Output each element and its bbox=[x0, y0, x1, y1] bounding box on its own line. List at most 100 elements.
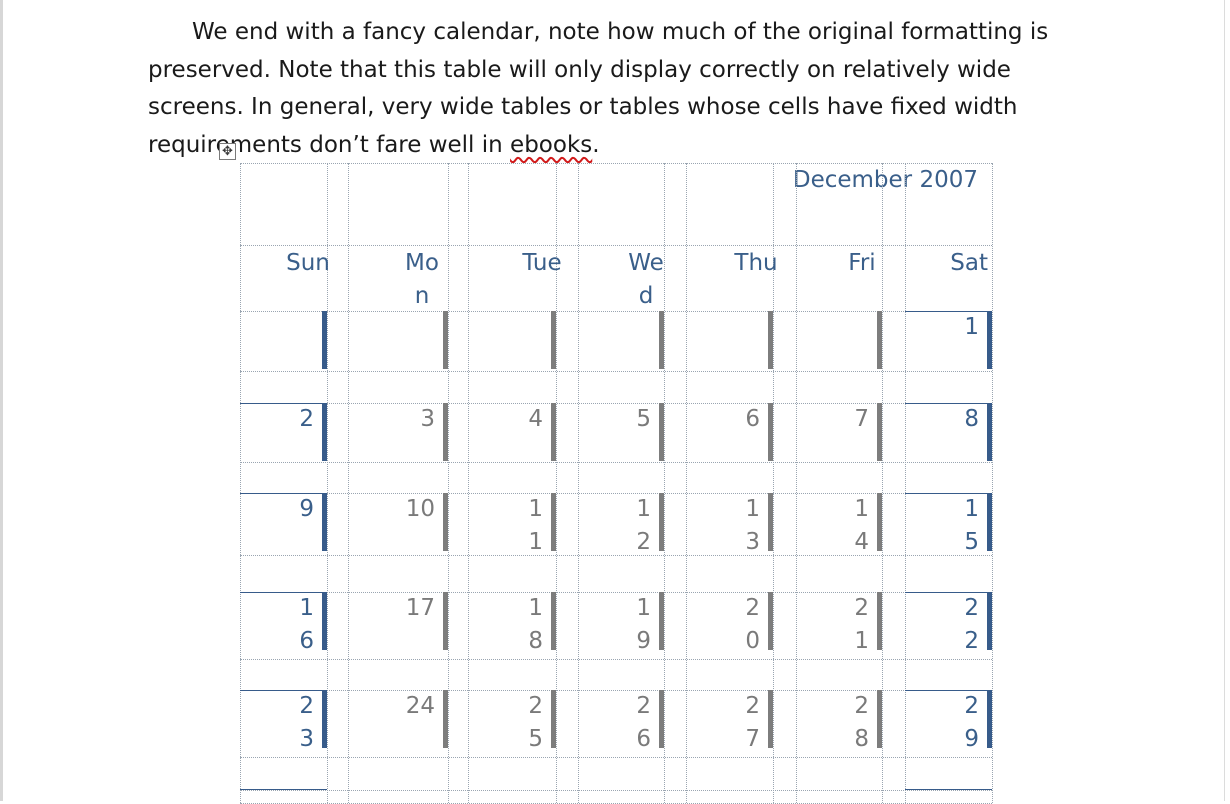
calendar-day-cell[interactable]: 23 bbox=[240, 690, 327, 752]
calendar-day-cell[interactable]: 20 bbox=[686, 592, 773, 654]
row-bottom-line bbox=[905, 789, 992, 790]
day-number: 10 bbox=[405, 496, 435, 522]
day-header-sun: Sun bbox=[286, 250, 330, 276]
grid-line-horizontal bbox=[240, 757, 992, 758]
cell-accent-bar bbox=[877, 592, 882, 650]
cell-accent-bar bbox=[322, 403, 327, 461]
page-left-edge bbox=[0, 0, 3, 801]
day-number: 13 bbox=[745, 496, 760, 555]
day-number: 23 bbox=[299, 693, 314, 752]
day-number: 14 bbox=[854, 496, 869, 555]
cell-accent-bar bbox=[987, 493, 992, 551]
grid-line-horizontal bbox=[240, 790, 992, 791]
calendar-day-cell[interactable]: 28 bbox=[796, 690, 882, 752]
calendar-day-cell[interactable]: 3 bbox=[348, 403, 448, 461]
cell-accent-bar bbox=[322, 690, 327, 748]
calendar-day-cell[interactable]: 6 bbox=[686, 403, 773, 461]
calendar-day-cell[interactable]: 21 bbox=[796, 592, 882, 654]
day-header-mon: Mon bbox=[405, 250, 439, 309]
grid-line-vertical bbox=[448, 163, 449, 803]
day-number: 1 bbox=[964, 314, 979, 340]
cell-accent-bar bbox=[659, 311, 664, 369]
cell-accent-bar bbox=[768, 311, 773, 369]
calendar-day-cell[interactable]: 7 bbox=[796, 403, 882, 461]
calendar-day-cell[interactable]: 11 bbox=[468, 493, 556, 555]
calendar-day-cell[interactable] bbox=[686, 311, 773, 369]
calendar-day-cell[interactable]: 2 bbox=[240, 403, 327, 461]
cell-accent-bar bbox=[443, 403, 448, 461]
calendar-day-cell[interactable]: 24 bbox=[348, 690, 448, 748]
day-number: 11 bbox=[528, 496, 543, 555]
cell-accent-bar bbox=[322, 493, 327, 551]
grid-line-vertical bbox=[992, 163, 993, 803]
calendar-day-cell[interactable]: 16 bbox=[240, 592, 327, 654]
day-number: 21 bbox=[854, 595, 869, 654]
day-number: 28 bbox=[854, 693, 869, 752]
misspelled-word[interactable]: ebooks bbox=[510, 132, 592, 158]
grid-line-horizontal bbox=[240, 163, 992, 164]
day-number: 29 bbox=[964, 693, 979, 752]
cell-accent-bar bbox=[877, 311, 882, 369]
calendar-day-cell[interactable]: 5 bbox=[556, 403, 664, 461]
calendar-day-cell[interactable]: 17 bbox=[348, 592, 448, 650]
calendar-day-cell[interactable]: 15 bbox=[905, 493, 992, 555]
calendar-day-cell[interactable] bbox=[348, 311, 448, 369]
day-header-tue: Tue bbox=[522, 250, 562, 276]
day-number: 8 bbox=[964, 406, 979, 432]
body-paragraph[interactable]: We end with a fancy calendar, note how m… bbox=[148, 14, 1088, 164]
day-number: 5 bbox=[636, 406, 651, 432]
day-number: 16 bbox=[299, 595, 314, 654]
calendar-day-cell[interactable]: 27 bbox=[686, 690, 773, 752]
calendar-day-cell[interactable]: 9 bbox=[240, 493, 327, 551]
table-move-handle-icon[interactable]: ✥ bbox=[219, 143, 236, 160]
calendar-day-cell[interactable] bbox=[468, 311, 556, 369]
calendar-table: December 2007 Sun Mon Tue Wed Thu Fri Sat 1 2 3 4 5… bbox=[240, 163, 993, 804]
cell-accent-bar bbox=[322, 311, 327, 369]
grid-line-horizontal bbox=[240, 555, 992, 556]
day-number: 12 bbox=[636, 496, 651, 555]
grid-line-horizontal bbox=[240, 245, 992, 246]
cell-accent-bar bbox=[877, 493, 882, 551]
cell-accent-bar bbox=[659, 690, 664, 748]
cell-accent-bar bbox=[659, 493, 664, 551]
month-title: December 2007 bbox=[792, 167, 978, 193]
calendar-day-cell[interactable]: 8 bbox=[905, 403, 992, 461]
cell-accent-bar bbox=[659, 403, 664, 461]
calendar-day-cell[interactable]: 1 bbox=[905, 311, 992, 369]
day-number: 18 bbox=[528, 595, 543, 654]
calendar-day-cell[interactable] bbox=[796, 311, 882, 369]
cell-accent-bar bbox=[877, 403, 882, 461]
day-number: 9 bbox=[299, 496, 314, 522]
row-bottom-line bbox=[240, 789, 327, 790]
day-header-wed: Wed bbox=[628, 250, 664, 309]
day-number: 22 bbox=[964, 595, 979, 654]
calendar-day-cell[interactable]: 22 bbox=[905, 592, 992, 654]
cell-accent-bar bbox=[768, 592, 773, 650]
calendar-day-cell[interactable]: 4 bbox=[468, 403, 556, 461]
calendar-day-cell[interactable]: 26 bbox=[556, 690, 664, 752]
calendar-day-cell[interactable]: 14 bbox=[796, 493, 882, 555]
calendar-day-cell[interactable]: 18 bbox=[468, 592, 556, 654]
day-number: 2 bbox=[299, 406, 314, 432]
cell-accent-bar bbox=[768, 690, 773, 748]
calendar-day-cell[interactable]: 25 bbox=[468, 690, 556, 752]
calendar-day-cell[interactable] bbox=[240, 311, 327, 369]
day-number: 25 bbox=[528, 693, 543, 752]
grid-line-horizontal bbox=[240, 462, 992, 463]
calendar-day-cell[interactable]: 29 bbox=[905, 690, 992, 752]
calendar-day-cell[interactable]: 12 bbox=[556, 493, 664, 555]
calendar-day-cell[interactable]: 10 bbox=[348, 493, 448, 551]
day-number: 20 bbox=[745, 595, 760, 654]
day-number: 4 bbox=[528, 406, 543, 432]
cell-accent-bar bbox=[987, 592, 992, 650]
cell-accent-bar bbox=[987, 403, 992, 461]
grid-line-horizontal bbox=[240, 371, 992, 372]
calendar-day-cell[interactable] bbox=[556, 311, 664, 369]
calendar-day-cell[interactable]: 19 bbox=[556, 592, 664, 654]
day-header-thu: Thu bbox=[734, 250, 778, 276]
day-number: 3 bbox=[420, 406, 435, 432]
calendar-day-cell[interactable]: 13 bbox=[686, 493, 773, 555]
day-number: 15 bbox=[964, 496, 979, 555]
cell-accent-bar bbox=[987, 311, 992, 369]
day-number: 7 bbox=[854, 406, 869, 432]
